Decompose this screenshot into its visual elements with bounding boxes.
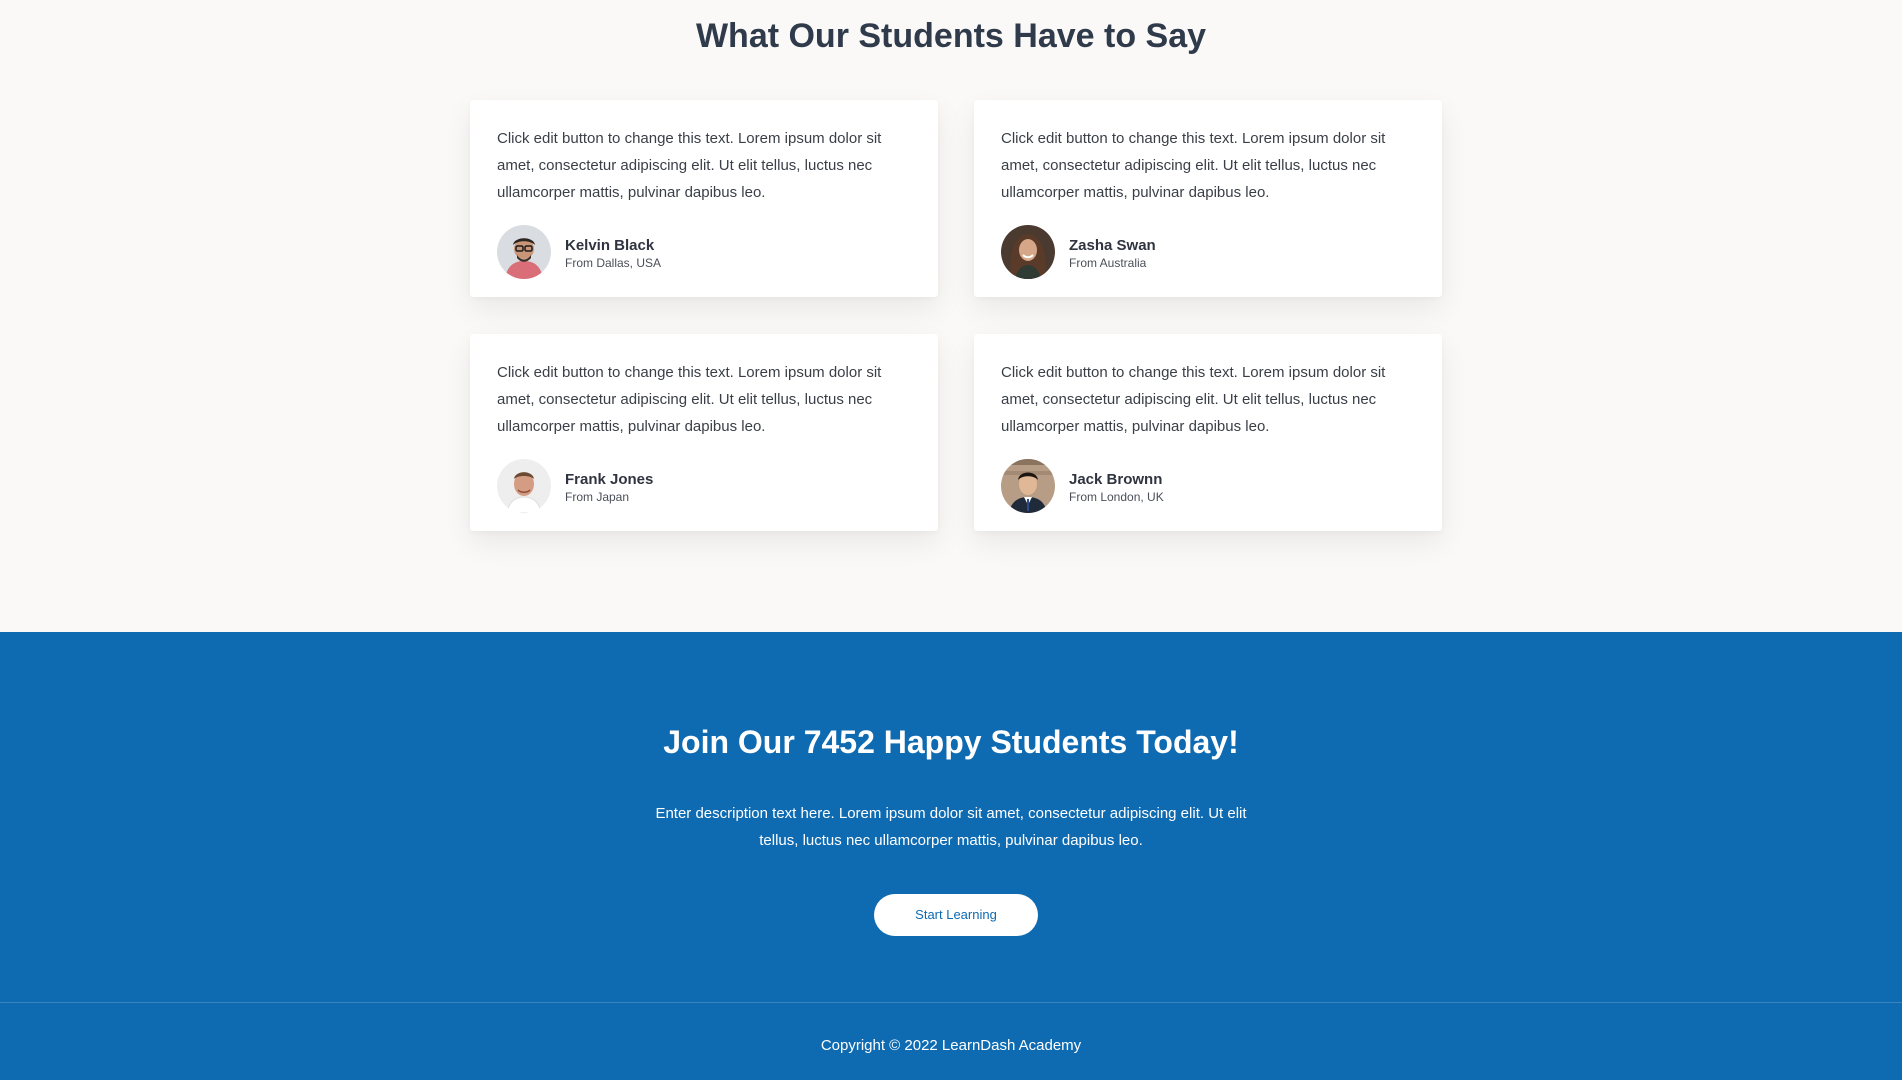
testimonials-title: What Our Students Have to Say <box>695 17 1207 55</box>
testimonials-section: What Our Students Have to Say Click edit… <box>0 0 1902 632</box>
avatar <box>497 459 551 513</box>
testimonial-quote: Click edit button to change this text. L… <box>497 364 882 435</box>
author-name: Jack Brownn <box>1069 471 1163 488</box>
author-info: Zasha Swan From Australia <box>1069 233 1156 271</box>
author-info: Kelvin Black From Dallas, USA <box>565 233 661 271</box>
testimonial-author: Kelvin Black From Dallas, USA <box>497 225 661 279</box>
testimonial-quote: Click edit button to change this text. L… <box>497 130 882 201</box>
testimonial-card: Click edit button to change this text. L… <box>974 334 1442 531</box>
author-location: From London, UK <box>1069 490 1164 504</box>
testimonial-card: Click edit button to change this text. L… <box>974 100 1442 297</box>
testimonial-quote: Click edit button to change this text. L… <box>1001 364 1386 435</box>
testimonial-card: Click edit button to change this text. L… <box>470 334 938 531</box>
author-name: Kelvin Black <box>565 237 655 254</box>
testimonial-author: Jack Brownn From London, UK <box>1001 459 1164 513</box>
avatar <box>1001 225 1055 279</box>
testimonial-card: Click edit button to change this text. L… <box>470 100 938 297</box>
author-location: From Australia <box>1069 256 1147 270</box>
footer-divider <box>0 1002 1902 1003</box>
author-name: Frank Jones <box>565 471 654 488</box>
cta-description: Enter description text here. Lorem ipsum… <box>655 805 1247 849</box>
author-location: From Dallas, USA <box>565 256 662 270</box>
avatar <box>497 225 551 279</box>
author-info: Frank Jones From Japan <box>565 467 653 505</box>
author-name: Zasha Swan <box>1069 237 1156 254</box>
author-info: Jack Brownn From London, UK <box>1069 467 1164 505</box>
testimonial-author: Frank Jones From Japan <box>497 459 653 513</box>
start-learning-button[interactable]: Start Learning <box>874 894 1038 936</box>
cta-title: Join Our 7452 Happy Students Today! <box>663 724 1239 760</box>
testimonial-quote: Click edit button to change this text. L… <box>1001 130 1386 201</box>
page: What Our Students Have to Say Click edit… <box>0 0 1902 1080</box>
copyright-text: Copyright © 2022 LearnDash Academy <box>820 1037 1082 1054</box>
cta-section: Join Our 7452 Happy Students Today! Ente… <box>0 632 1902 1080</box>
avatar <box>1001 459 1055 513</box>
author-location: From Japan <box>565 490 630 504</box>
testimonial-author: Zasha Swan From Australia <box>1001 225 1156 279</box>
